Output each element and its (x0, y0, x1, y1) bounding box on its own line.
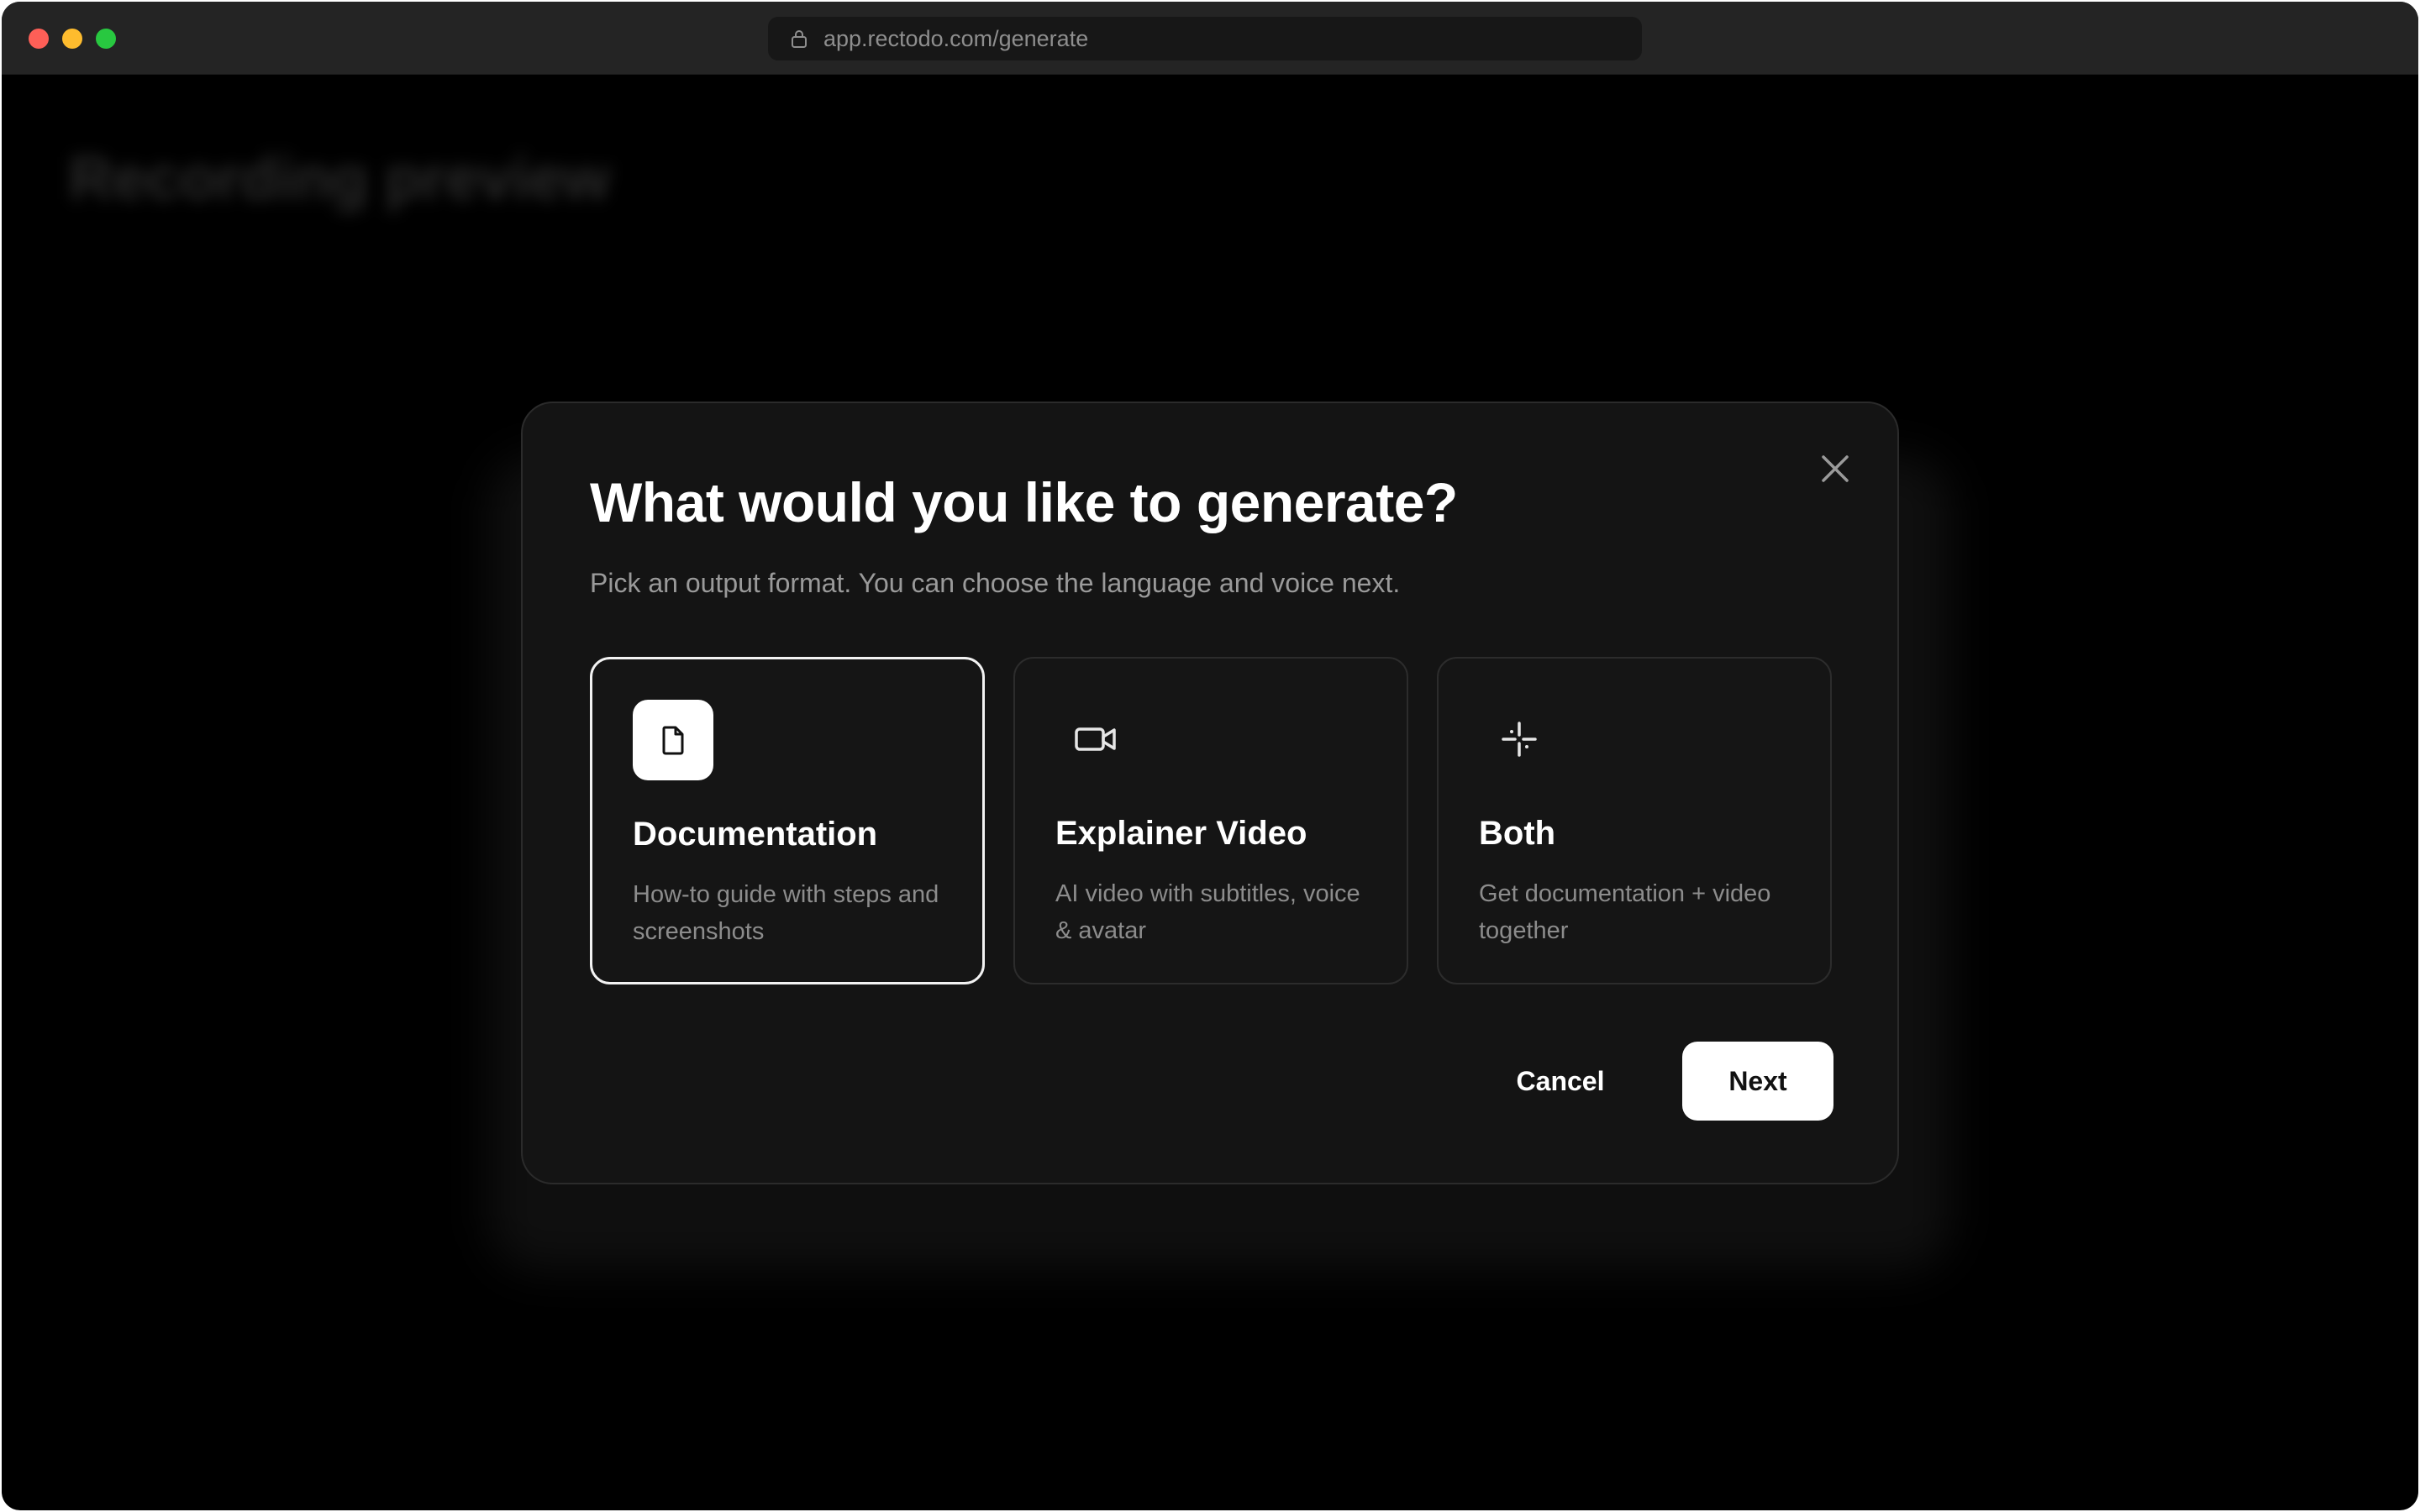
option-documentation[interactable]: Documentation How-to guide with steps an… (590, 657, 985, 984)
close-dialog-button[interactable] (1812, 445, 1859, 492)
format-options: Documentation How-to guide with steps an… (590, 657, 1832, 984)
option-description: How-to guide with steps and screenshots (633, 881, 939, 945)
maximize-window-button[interactable] (96, 29, 116, 49)
close-window-button[interactable] (29, 29, 49, 49)
sparkle-icon (1479, 699, 1560, 780)
option-title: Explainer Video (1055, 815, 1307, 852)
option-title: Documentation (633, 816, 878, 853)
browser-titlebar: app.rectodo.com/generate (2, 2, 2418, 75)
option-explainer-video[interactable]: Explainer Video AI video with subtitles,… (1013, 657, 1408, 984)
option-description: AI video with subtitles, voice & avatar (1055, 880, 1360, 944)
video-camera-icon (1055, 699, 1136, 780)
dialog-title: What would you like to generate? (590, 471, 1458, 533)
option-both[interactable]: Both Get documentation + video together (1437, 657, 1832, 984)
lock-icon (792, 30, 807, 48)
dialog-subtitle: Pick an output format. You can choose th… (590, 568, 1401, 598)
browser-window: app.rectodo.com/generate Recording previ… (2, 2, 2418, 1510)
close-icon (1822, 455, 1849, 482)
address-url: app.rectodo.com/generate (823, 25, 1089, 51)
generate-dialog: What would you like to generate? Pick an… (521, 402, 1899, 1184)
address-bar[interactable]: app.rectodo.com/generate (768, 17, 1642, 60)
minimize-window-button[interactable] (62, 29, 82, 49)
option-description: Get documentation + video together (1479, 880, 1771, 944)
background-page-title: Recording preview (69, 145, 611, 213)
next-button[interactable]: Next (1682, 1042, 1833, 1121)
document-icon (633, 700, 713, 780)
option-title: Both (1479, 815, 1556, 852)
cancel-button[interactable]: Cancel (1497, 1042, 1623, 1121)
